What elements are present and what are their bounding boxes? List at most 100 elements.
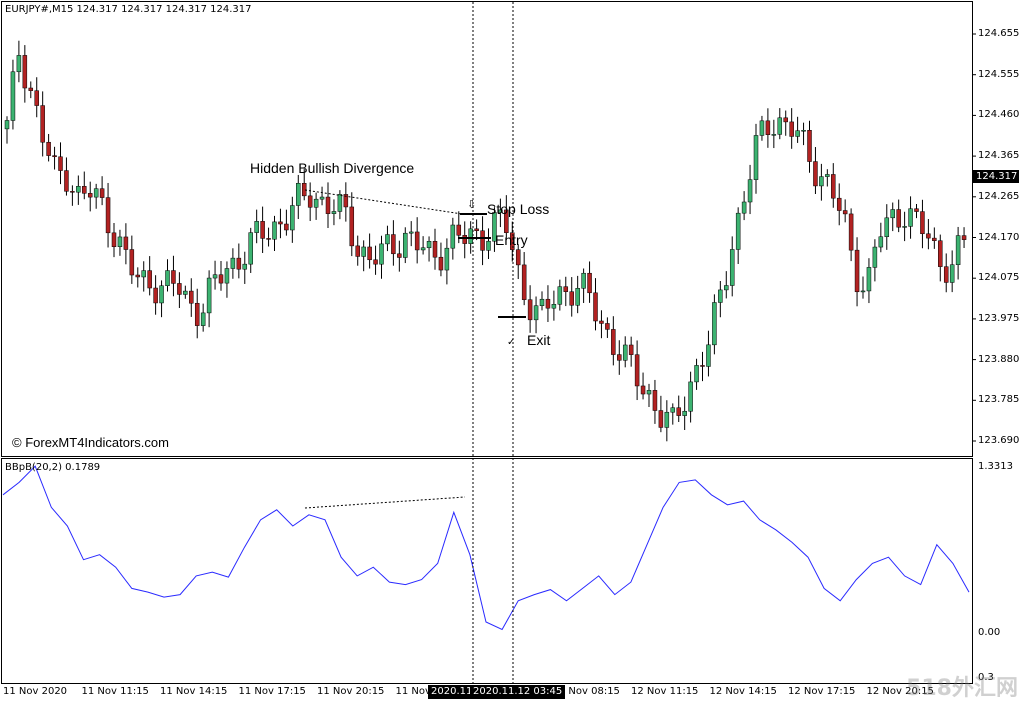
bull-candle: [646, 390, 652, 395]
bull-candle: [385, 234, 390, 245]
price-level-label: 124.265: [978, 190, 1020, 202]
bear-candle: [284, 223, 289, 231]
bull-candle: [212, 274, 218, 279]
bull-candle: [753, 135, 759, 180]
bull-candle: [771, 134, 777, 136]
bear-candle: [40, 105, 45, 143]
bull-candle: [890, 209, 895, 219]
price-level-label: 123.975: [978, 312, 1020, 324]
bull-candle: [860, 290, 866, 293]
bear-candle: [129, 249, 135, 276]
bull-candle: [670, 407, 676, 413]
bear-candle: [652, 390, 658, 411]
bull-candle: [165, 270, 170, 286]
bull-candle: [420, 247, 426, 251]
bull-candle: [777, 117, 783, 135]
bear-candle: [920, 211, 925, 235]
price-panel[interactable]: [1, 1, 973, 457]
bear-candle: [355, 245, 360, 257]
bear-candle: [628, 344, 634, 355]
bull-candle: [76, 186, 81, 193]
time-label: 12 Nov 11:15: [631, 686, 699, 697]
bull-candle: [682, 410, 687, 416]
bull-candle: [533, 305, 539, 321]
bear-candle: [474, 228, 479, 231]
bear-candle: [765, 120, 771, 135]
bull-candle: [718, 289, 723, 303]
bull-candle: [622, 344, 628, 361]
bull-candle: [741, 201, 747, 214]
bull-candle: [296, 182, 301, 206]
chart-window[interactable]: ⇩ ✓ EURJPY#,M15 124.317 124.317 124.317 …: [0, 0, 1024, 704]
bull-candle: [557, 286, 563, 305]
time-label: 11 Nov 11:15: [81, 686, 149, 697]
bull-candle: [878, 236, 884, 248]
bull-candle: [884, 217, 890, 237]
bull-candle: [908, 208, 913, 227]
bull-candle: [426, 241, 432, 249]
bear-candle: [896, 209, 901, 228]
time-label: 11 Nov 2020: [3, 686, 68, 697]
bear-candle: [349, 206, 355, 247]
bear-candle: [521, 264, 527, 300]
bear-candle: [480, 230, 485, 251]
bear-candle: [266, 238, 271, 240]
bear-candle: [260, 221, 265, 239]
bull-candle: [664, 411, 670, 428]
bear-candle: [414, 231, 420, 251]
bear-candle: [52, 155, 57, 158]
bull-candle: [93, 188, 99, 198]
bull-candle: [450, 224, 456, 249]
bear-candle: [123, 236, 129, 250]
indicator-panel[interactable]: [1, 458, 973, 684]
chart-canvas[interactable]: ⇩ ✓: [0, 0, 1024, 704]
price-level-label: 123.785: [978, 394, 1020, 406]
bear-candle: [391, 234, 396, 255]
bull-candle: [902, 226, 907, 228]
bear-candle: [700, 365, 705, 367]
bear-candle: [397, 253, 402, 258]
bull-candle: [747, 179, 753, 203]
crosshair-time-a: 2020.11: [428, 685, 476, 699]
bull-candle: [801, 129, 806, 132]
bear-candle: [676, 407, 681, 416]
bull-candle: [872, 246, 878, 268]
bear-candle: [438, 256, 444, 271]
bear-candle: [278, 221, 283, 225]
indicator-level-top: 1.3313: [978, 461, 1013, 472]
bear-candle: [527, 299, 533, 321]
price-level-label: 123.690: [978, 435, 1020, 446]
bear-candle: [914, 208, 919, 212]
bear-candle: [87, 193, 93, 198]
bear-candle: [789, 121, 794, 137]
bear-candle: [189, 290, 194, 304]
bear-candle: [135, 274, 141, 278]
down-arrow-icon: ⇩: [467, 198, 476, 211]
crosshair-time-b: 2020.11.12 03:45: [470, 685, 566, 699]
bull-candle: [706, 344, 711, 367]
bear-candle: [836, 197, 842, 211]
bull-candle: [551, 304, 557, 309]
price-level-label: 124.460: [978, 109, 1020, 121]
bull-candle: [141, 270, 146, 278]
bull-candle: [949, 264, 955, 283]
bear-candle: [82, 186, 87, 194]
time-label: 11 Nov 17:15: [238, 686, 306, 697]
price-level-label: 123.880: [978, 353, 1020, 365]
bear-candle: [34, 90, 39, 106]
price-level-label: 124.555: [978, 68, 1020, 80]
time-label: 12 Nov 17:15: [788, 686, 856, 697]
bull-candle: [825, 174, 830, 177]
bear-candle: [171, 270, 176, 284]
bull-candle: [379, 243, 384, 265]
bull-candle: [10, 71, 16, 121]
symbol-header: EURJPY#,M15 124.317 124.317 124.317 124.…: [5, 4, 252, 15]
bull-candle: [313, 198, 319, 208]
bear-candle: [783, 117, 788, 123]
bear-candle: [111, 232, 117, 247]
bear-candle: [28, 87, 34, 91]
bear-candle: [569, 291, 574, 306]
bear-candle: [105, 197, 111, 234]
bull-candle: [759, 120, 765, 136]
bull-candle: [183, 290, 188, 295]
